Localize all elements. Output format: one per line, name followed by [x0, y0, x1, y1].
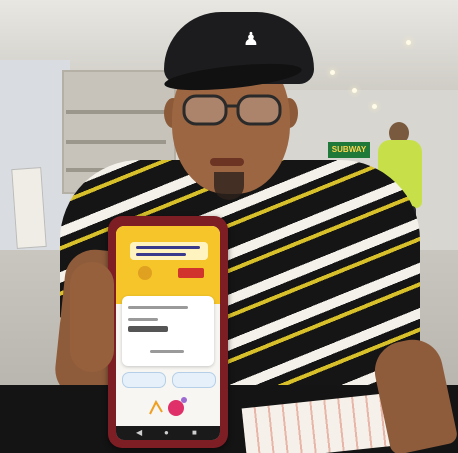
phone-screen: ◀ ● ■: [116, 226, 220, 440]
android-nav-bar: ◀ ● ■: [116, 426, 220, 440]
app-header: [116, 226, 220, 304]
photo-scene: SUBWAY ♟ ◀ ● ■: [0, 0, 458, 453]
card-line: [150, 350, 184, 353]
app-logo: [130, 242, 208, 260]
square-recent-icon: ■: [192, 428, 197, 437]
app-promo-tag: [178, 268, 204, 278]
subway-store-sign: SUBWAY: [328, 142, 370, 158]
triangle-back-icon: ◀: [136, 428, 143, 437]
shelf-row: [66, 140, 166, 144]
eyeglasses: [182, 94, 282, 126]
ceiling-light: [406, 40, 411, 45]
ceiling-light: [330, 70, 335, 75]
shelf-row: [66, 110, 166, 114]
man-goatee: [214, 172, 244, 200]
app-mascot-icon: [138, 266, 152, 280]
app-illustration: [149, 397, 187, 416]
circle-home-icon: ●: [164, 428, 169, 437]
app-action-button: [122, 372, 166, 388]
card-line: [128, 306, 188, 309]
hand-holding-phone: [70, 262, 114, 372]
app-action-button: [172, 372, 216, 388]
card-amount: [128, 326, 168, 332]
man-mouth: [210, 158, 244, 166]
ceiling-light: [372, 104, 377, 109]
card-line: [128, 318, 158, 321]
magazine-rack: [11, 167, 47, 249]
app-logo-text: [136, 246, 200, 249]
jumpman-icon: ♟: [242, 29, 260, 49]
app-logo-text: [136, 253, 186, 256]
ceiling-light: [352, 88, 357, 93]
